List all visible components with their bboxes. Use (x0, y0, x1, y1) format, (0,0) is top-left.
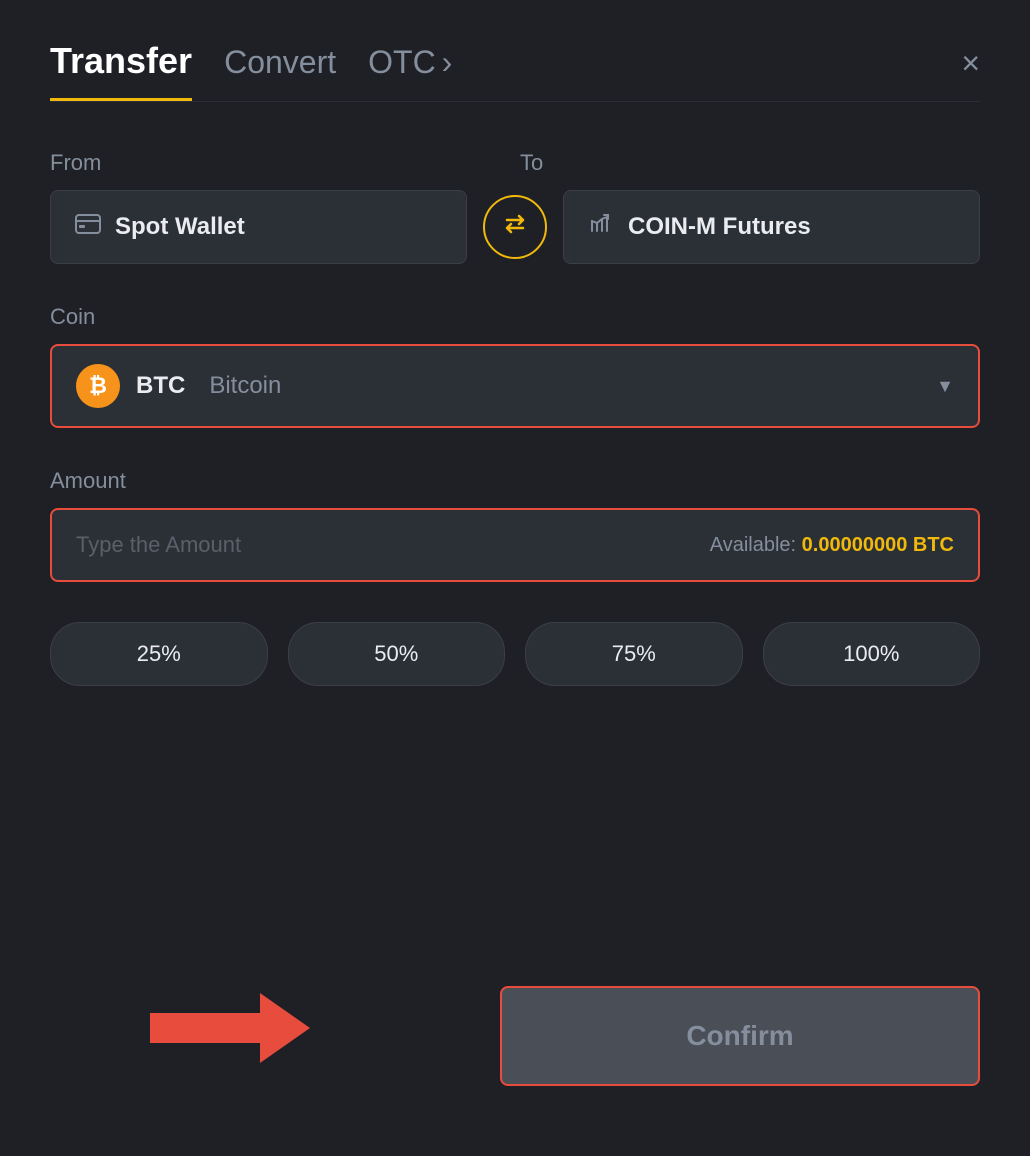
arrow-indicator (150, 988, 310, 1068)
otc-chevron-icon: › (442, 44, 453, 81)
to-wallet-selector[interactable]: COIN-M Futures (563, 190, 980, 264)
chevron-down-icon: ▼ (936, 376, 954, 397)
swap-icon (499, 208, 531, 247)
percent-75-button[interactable]: 75% (525, 622, 743, 686)
from-to-labels: From To (50, 150, 980, 176)
available-text: Available: 0.00000000 BTC (710, 534, 954, 557)
bottom-section: Confirm (50, 956, 980, 1096)
tab-otc[interactable]: OTC › (368, 44, 452, 97)
close-button[interactable]: × (961, 47, 980, 95)
coin-selector-dropdown[interactable]: ₿ BTC Bitcoin ▼ (50, 344, 980, 428)
coin-label: Coin (50, 304, 980, 330)
from-wallet-label: Spot Wallet (115, 213, 245, 241)
amount-section: Amount Type the Amount Available: 0.0000… (50, 468, 980, 582)
from-label: From (50, 150, 510, 176)
to-wallet-label: COIN-M Futures (628, 213, 811, 241)
confirm-button[interactable]: Confirm (500, 986, 980, 1086)
coin-fullname: Bitcoin (209, 372, 281, 400)
from-to-inputs: Spot Wallet COIN- (50, 190, 980, 264)
percent-100-button[interactable]: 100% (763, 622, 981, 686)
coin-section: Coin ₿ BTC Bitcoin ▼ (50, 304, 980, 428)
percent-buttons-group: 25% 50% 75% 100% (50, 622, 980, 686)
amount-input-box[interactable]: Type the Amount Available: 0.00000000 BT… (50, 508, 980, 582)
transfer-modal: Transfer Convert OTC › × From To (0, 0, 1030, 1156)
coin-symbol: BTC (136, 372, 185, 400)
swap-button[interactable] (483, 195, 547, 259)
from-wallet-selector[interactable]: Spot Wallet (50, 190, 467, 264)
available-amount: 0.00000000 BTC (802, 534, 954, 556)
tab-transfer[interactable]: Transfer (50, 40, 192, 101)
futures-icon (588, 213, 614, 241)
wallet-icon (75, 214, 101, 240)
percent-50-button[interactable]: 50% (288, 622, 506, 686)
amount-label: Amount (50, 468, 980, 494)
header-divider (50, 101, 980, 102)
red-arrow-icon (150, 988, 310, 1068)
from-to-section: From To Spot Wallet (50, 150, 980, 264)
percent-25-button[interactable]: 25% (50, 622, 268, 686)
tab-convert[interactable]: Convert (224, 44, 336, 97)
to-label: To (510, 150, 980, 176)
header-tabs: Transfer Convert OTC › × (50, 40, 980, 101)
btc-icon: ₿ (76, 364, 120, 408)
amount-placeholder: Type the Amount (76, 532, 241, 558)
